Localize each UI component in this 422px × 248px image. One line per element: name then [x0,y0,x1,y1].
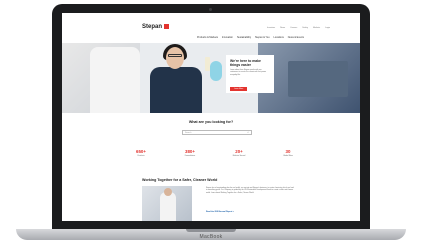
hero-scientist-face [166,47,184,69]
hero-banner: We're here to make things easier Learn a… [62,43,360,113]
utility-nav: Investors News Careers Safety Markets Lo… [267,27,330,29]
hero-lab-equipment [288,61,348,97]
search-heading: What are you looking for? [188,120,234,124]
stat-label: Products [137,155,145,157]
base-notch [186,229,236,232]
macbook-label: MacBook [199,234,223,240]
search-input[interactable]: Search ⌕ [182,130,252,135]
browser-screen: Stepan Investors News Careers Safety Mar… [62,13,360,221]
main-nav-item[interactable]: Sustainability [237,36,251,39]
main-nav-item[interactable]: Innovation [222,36,233,39]
annual-report-link[interactable]: Read the 2020 Annual Report > [206,211,234,213]
story-image-head [164,188,172,196]
utility-nav-item[interactable]: Markets [313,27,320,29]
stat-value: 20+ [235,149,243,154]
story-title: Working Together for a Safer, Cleaner Wo… [142,178,218,182]
story-text: Stepan has a longstanding plan for our h… [206,187,294,194]
main-nav-item[interactable]: Products & Markets [197,36,218,39]
stat-value: 650+ [136,149,146,154]
search-placeholder: Search [185,131,192,134]
stat-value: 30 [285,149,291,154]
stat-label: Formulations [184,155,196,157]
main-nav-item[interactable]: Locations [274,36,284,39]
story-image-person [160,192,176,221]
story-image [142,186,192,221]
stat-label: Global Sites [283,155,293,157]
stat-formulations: 380+ Formulations [175,149,205,157]
hero-lab-coat [90,47,140,113]
learn-more-button[interactable]: Learn More [230,87,248,92]
main-nav-item[interactable]: Stepan & You [255,36,270,39]
hero-scientist-body [150,67,202,113]
site-logo[interactable]: Stepan [142,24,170,30]
site-header: Stepan Investors News Careers Safety Mar… [62,13,360,35]
utility-nav-item[interactable]: Investors [267,27,275,29]
hero-glove [210,61,222,81]
utility-nav-item[interactable]: Safety [302,27,308,29]
logo-mark-icon [164,24,170,29]
stat-label: Markets Served [232,155,246,157]
search-section: What are you looking for? Search ⌕ [62,113,360,149]
search-icon[interactable]: ⌕ [248,131,249,135]
hero-glasses [168,54,182,57]
stat-sites: 30 Global Sites [273,149,303,157]
utility-nav-item[interactable]: Login [325,27,330,29]
main-nav: Products & Markets Innovation Sustainabi… [62,35,360,43]
hero-title: We're here to make things easier [230,59,261,68]
hero-card: We're here to make things easier Learn a… [226,55,274,93]
stat-value: 380+ [185,149,195,154]
stat-products: 650+ Products [126,149,156,157]
logo-text: Stepan [142,24,163,30]
stat-markets: 20+ Markets Served [224,149,254,157]
camera-icon [209,8,212,11]
stats-row: 650+ Products 380+ Formulations 20+ Mark… [62,149,360,175]
main-nav-item[interactable]: News & Events [288,36,304,39]
story-section: Working Together for a Safer, Cleaner Wo… [62,175,360,221]
hero-text: Learn about how Stepan works with our cu… [230,69,267,76]
utility-nav-item[interactable]: Careers [290,27,297,29]
utility-nav-item[interactable]: News [280,27,285,29]
